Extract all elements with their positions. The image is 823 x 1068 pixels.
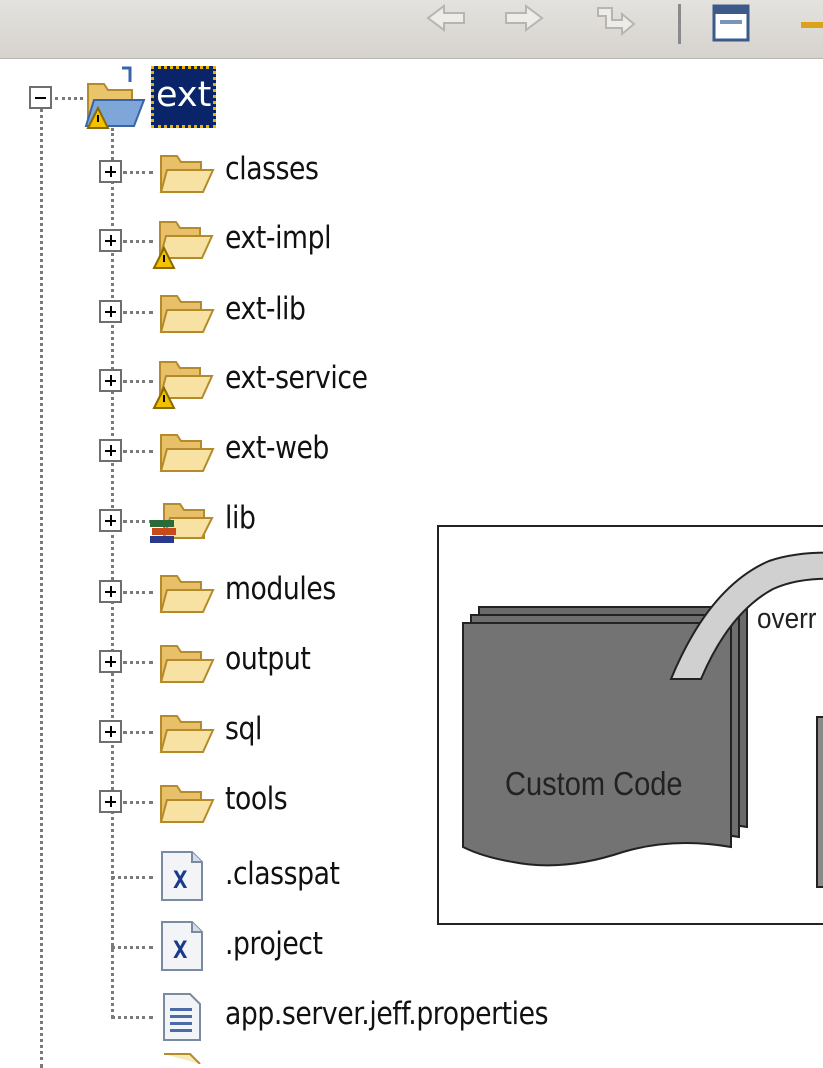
warning-folder-icon [152,361,214,409]
tree-item-label: ext-web [225,430,329,466]
collapse-toggle[interactable] [29,86,52,109]
tree-trunk-line [40,108,43,1068]
tree-item-label: ext-service [225,360,368,396]
expand-toggle[interactable] [99,720,122,743]
toolbar-separator [678,4,681,44]
folder-icon [159,785,215,823]
tree-item-label: .project [225,926,323,962]
expand-toggle[interactable] [99,650,122,673]
back-arrow-icon[interactable] [420,4,470,44]
override-label: overr [757,603,817,635]
view-toolbar [0,0,823,59]
tree-branch-line [111,128,114,1018]
folder-icon [159,645,215,683]
tree-item-label: classes [225,151,319,187]
tree-item-label: lib [225,500,256,536]
tree-root-label[interactable]: ext [151,66,217,128]
svg-text:X: X [173,936,188,964]
tree-item-label: app.server.jeff.properties [225,996,549,1032]
warning-folder-icon [152,221,214,269]
tree-item-label: sql [225,711,262,747]
tree-item-label: .classpat [225,856,340,892]
text-file-icon [163,993,201,1041]
expand-toggle[interactable] [99,439,122,462]
tree-item-label: tools [225,781,288,817]
expand-toggle[interactable] [99,509,122,532]
folder-icon [159,295,215,333]
window-icon[interactable] [710,4,760,44]
tree-item-label: output [225,641,311,677]
custom-code-label: Custom Code [505,765,683,802]
tree-item-label: modules [225,571,336,607]
library-folder-icon [150,503,214,543]
up-icon[interactable] [592,4,642,44]
expand-toggle[interactable] [99,790,122,813]
expand-toggle[interactable] [99,369,122,392]
expand-toggle[interactable] [99,300,122,323]
overlay-diagram: Custom Code overr [437,525,823,925]
expand-toggle[interactable] [99,580,122,603]
folder-icon [159,575,215,613]
expand-toggle[interactable] [99,160,122,183]
pin-icon[interactable] [795,4,823,44]
svg-text:X: X [173,866,188,894]
expand-toggle[interactable] [99,229,122,252]
tree-item-label: ext-lib [225,291,306,327]
forward-arrow-icon[interactable] [500,4,550,44]
tree-item-label: ext-impl [225,220,332,256]
xml-file-icon: X [161,851,203,901]
file-icon [164,1053,201,1064]
folder-icon [159,155,215,193]
warning-folder-icon [84,66,146,129]
xml-file-icon: X [161,921,203,971]
folder-icon [159,715,215,753]
folder-icon [159,434,215,472]
